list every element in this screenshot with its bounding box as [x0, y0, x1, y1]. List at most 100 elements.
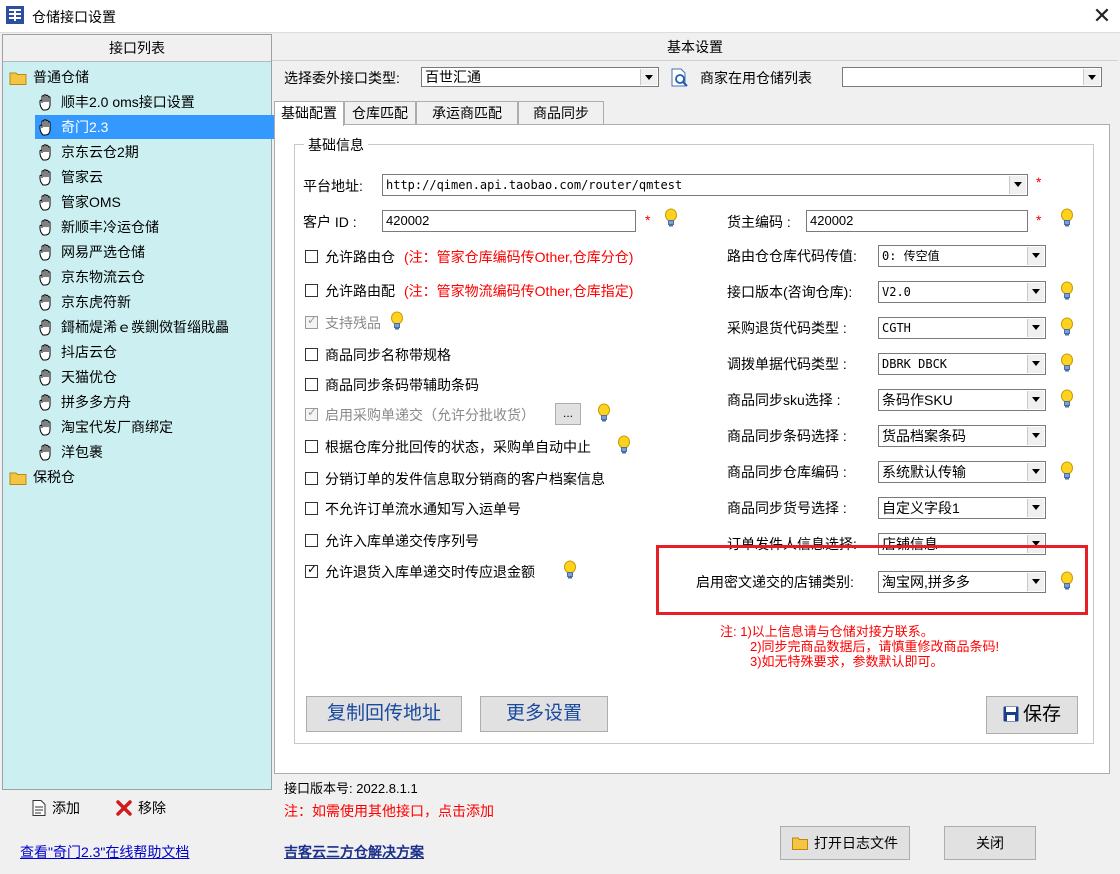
lightbulb-icon [598, 403, 610, 422]
close-icon[interactable]: ✕ [1086, 2, 1118, 30]
chevron-down-icon [1027, 391, 1044, 409]
tree-item[interactable]: 京东虎符新 [37, 290, 131, 314]
tree-folder[interactable]: 保税仓 [9, 465, 75, 489]
option-checkbox[interactable] [305, 378, 318, 391]
tree-item[interactable]: 洋包裹 [37, 440, 103, 464]
ellipsis-button[interactable]: ... [555, 403, 581, 425]
more-settings-button[interactable]: 更多设置 [480, 696, 608, 732]
setting-value: V2.0 [882, 285, 911, 299]
interface-version-label: 接口版本号: 2022.8.1.1 [284, 781, 418, 796]
required-mark: * [1036, 212, 1042, 228]
interface-type-select[interactable]: 百世汇通 [421, 67, 659, 87]
setting-select[interactable]: 0: 传空值 [878, 245, 1046, 267]
hand-icon [39, 319, 51, 336]
option-checkbox[interactable]: ✓ [305, 562, 318, 578]
tree-item-label: 普通仓储 [33, 69, 89, 85]
lightbulb-icon [391, 311, 403, 330]
tree-folder[interactable]: 普通仓储 [9, 65, 89, 89]
customer-id-input[interactable]: 420002 [382, 210, 636, 232]
setting-select[interactable]: 自定义字段1 [878, 497, 1046, 519]
setting-select[interactable]: 货品档案条码 [878, 425, 1046, 447]
option-label: 根据仓库分批回传的状态，采购单自动中止 [325, 439, 591, 455]
owner-code-label: 货主编码 : [727, 214, 791, 230]
basic-settings-header: 基本设置 [272, 34, 1118, 61]
tree-item[interactable]: 网易严选仓储 [37, 240, 145, 264]
tree-item[interactable]: 鎶栭煶浠ｅ彂鍘傚晢缁戝畾 [37, 315, 229, 339]
option-checkbox[interactable]: ✓ [305, 313, 318, 329]
setting-label: 路由仓仓库代码传值: [727, 248, 857, 264]
tab-1[interactable]: 仓库匹配 [344, 101, 416, 125]
setting-select[interactable]: 系统默认传输 [878, 461, 1046, 483]
tree-item[interactable]: 天猫优仓 [37, 365, 117, 389]
tree-item[interactable]: 奇门2.3 [35, 115, 275, 139]
tab-2[interactable]: 承运商匹配 [416, 101, 518, 125]
folder-icon [9, 472, 27, 486]
option-checkbox[interactable] [305, 440, 318, 453]
chevron-down-icon [1009, 176, 1026, 194]
hand-icon [39, 144, 51, 161]
add-button[interactable]: 添加 [32, 798, 80, 818]
setting-value: 自定义字段1 [882, 500, 960, 516]
lightbulb-icon [618, 435, 630, 454]
tab-3[interactable]: 商品同步 [518, 101, 604, 125]
tree-item-label: 抖店云仓 [61, 344, 117, 360]
tree-item[interactable]: 顺丰2.0 oms接口设置 [37, 90, 195, 114]
tree-item[interactable]: 管家OMS [37, 190, 121, 214]
setting-select[interactable]: DBRK DBCK [878, 353, 1046, 375]
hand-icon [39, 444, 51, 461]
option-label: 允许路由配 [325, 283, 395, 299]
hand-icon [39, 119, 51, 136]
option-checkbox[interactable] [305, 502, 318, 515]
option-note: (注：管家仓库编码传Other,仓库分仓) [404, 249, 634, 265]
option-checkbox[interactable] [305, 284, 318, 297]
option-checkbox[interactable]: ✓ [305, 405, 318, 421]
solution-link[interactable]: 吉客云三方仓解决方案 [284, 842, 424, 862]
tree-item[interactable]: 抖店云仓 [37, 340, 117, 364]
setting-select[interactable]: CGTH [878, 317, 1046, 339]
copy-callback-url-button[interactable]: 复制回传地址 [306, 696, 462, 732]
tree-item-label: 洋包裹 [61, 444, 103, 460]
option-note: (注：管家物流编码传Other,仓库指定) [404, 283, 634, 299]
hand-icon [39, 369, 51, 386]
required-mark: * [645, 212, 651, 228]
chevron-down-icon [1083, 69, 1100, 85]
basic-info-title: 基础信息 [304, 135, 368, 155]
owner-code-input[interactable]: 420002 [806, 210, 1028, 232]
option-label: 分销订单的发件信息取分销商的客户档案信息 [325, 471, 605, 487]
option-label: 允许退货入库单递交时传应退金额 [325, 564, 535, 580]
platform-url-select[interactable]: http://qimen.api.taobao.com/router/qmtes… [382, 174, 1028, 196]
setting-label: 商品同步货号选择 : [727, 500, 847, 516]
save-button[interactable]: 保存 [986, 696, 1078, 734]
hand-icon [39, 394, 51, 411]
tree-item[interactable]: 新顺丰冷运仓储 [37, 215, 159, 239]
close-button[interactable]: 关闭 [944, 826, 1036, 860]
notes: 注: 1)以上信息请与仓储对接方联系。 2)同步完商品数据后，请慎重修改商品条码… [720, 624, 999, 669]
warehouse-list-select[interactable] [842, 67, 1102, 87]
lightbulb-icon [1061, 353, 1073, 372]
open-log-button[interactable]: 打开日志文件 [780, 826, 910, 860]
tree-item[interactable]: 淘宝代发厂商绑定 [37, 415, 173, 439]
checkmark-icon: ✓ [307, 313, 318, 327]
lightbulb-icon [564, 560, 576, 579]
tree-item[interactable]: 管家云 [37, 165, 103, 189]
setting-select[interactable]: 条码作SKU [878, 389, 1046, 411]
checkmark-icon: ✓ [307, 562, 318, 576]
hand-icon [39, 344, 51, 361]
option-checkbox[interactable] [305, 472, 318, 485]
tab-0[interactable]: 基础配置 [274, 101, 344, 126]
option-checkbox[interactable] [305, 250, 318, 263]
search-document-icon[interactable] [670, 68, 690, 88]
setting-label: 调拨单据代码类型 : [727, 356, 847, 372]
tree-item[interactable]: 京东云仓2期 [37, 140, 139, 164]
help-doc-link[interactable]: 查看"奇门2.3"在线帮助文档 [20, 842, 189, 862]
remove-button[interactable]: 移除 [116, 798, 166, 818]
warehouse-list-label: 商家在用仓储列表 [700, 70, 812, 86]
option-checkbox[interactable] [305, 534, 318, 547]
platform-url-label: 平台地址: [303, 178, 363, 194]
tree-item[interactable]: 京东物流云仓 [37, 265, 145, 289]
setting-select[interactable]: V2.0 [878, 281, 1046, 303]
option-label: 支持残品 [325, 315, 381, 331]
option-checkbox[interactable] [305, 348, 318, 361]
tree-item[interactable]: 拼多多方舟 [37, 390, 131, 414]
chevron-down-icon [1027, 355, 1044, 373]
